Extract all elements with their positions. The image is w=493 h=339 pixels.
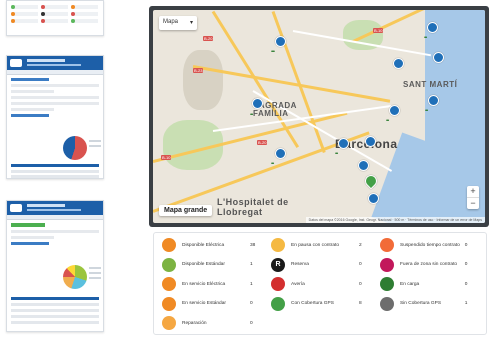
map-type-selector[interactable]: Mapa ▾ [159, 16, 197, 30]
map-canvas[interactable]: B-20 B-23 B-10 B-20 B-10 SANT MARTÍ SAGR… [153, 10, 485, 223]
pause-contract-icon [271, 238, 285, 252]
legend-item-label: En servicio Eléctrica [182, 281, 226, 287]
legend-item: En servicio Estándar 0 [162, 296, 271, 312]
vehicle-cluster-dots: ••• [250, 112, 253, 118]
legend-item-label: Con Cobertura GPS [291, 301, 334, 307]
vehicle-marker[interactable] [275, 36, 286, 47]
repair-icon [162, 316, 176, 331]
legend-item-count: 0 [359, 262, 362, 268]
vehicle-marker[interactable] [389, 105, 400, 116]
vehicle-cluster-dots: ••• [386, 118, 389, 124]
breakdown-icon [271, 277, 285, 292]
vehicle-marker[interactable] [368, 193, 379, 204]
gps-on-icon [271, 296, 285, 311]
vehicle-marker[interactable] [433, 52, 444, 63]
thumbnail-pie-chart [63, 136, 87, 160]
chevron-down-icon: ▾ [189, 20, 193, 26]
legend-item-count: 1 [250, 281, 253, 287]
legend-item: Avería 0 [271, 276, 380, 292]
legend-item-count: 1 [464, 301, 468, 307]
legend-item-label: En servicio Estándar [182, 301, 226, 307]
vehicle-marker[interactable] [338, 138, 349, 149]
legend-item-label: Fuera de zona sin contrato [400, 262, 458, 268]
legend-item-count: 8 [359, 301, 362, 307]
legend-item: Suspendido tiempo contrato 0 [380, 237, 480, 253]
vehicle-marker[interactable] [275, 148, 286, 159]
legend-item-count: 0 [464, 242, 468, 248]
legend-item: Reparación 0 [162, 315, 271, 331]
vehicle-cluster-dots: ••• [335, 151, 338, 157]
legend-item-count: 0 [359, 281, 362, 287]
legend-item: Con Cobertura GPS 8 [271, 296, 380, 312]
legend-item-label: Disponible Eléctrica [182, 242, 225, 248]
legend-item: Fuera de zona sin contrato 0 [380, 257, 480, 273]
vehicle-cluster-dots: ••• [271, 161, 274, 167]
vehicle-marker[interactable] [393, 58, 404, 69]
thumbnail-pie-chart [63, 265, 87, 289]
legend-item-label: Reparación [182, 320, 207, 326]
vehicle-marker[interactable] [428, 95, 439, 106]
legend-item: En pausa con contrato 2 [271, 237, 380, 253]
legend-item: R Reserva 0 [271, 257, 380, 273]
legend-item-count: 1 [250, 262, 253, 268]
legend-item: Disponible Eléctrica 38 [162, 237, 271, 253]
standard-service-icon [162, 296, 176, 311]
gps-off-icon [380, 296, 394, 311]
vehicle-marker[interactable] [427, 22, 438, 33]
thumbnail-legend-page[interactable] [6, 0, 104, 36]
thumbnail-report-page-1[interactable] [6, 55, 104, 179]
electric-service-icon [162, 277, 176, 292]
status-legend: Disponible Eléctrica 38 En pausa con contr… [153, 232, 487, 335]
vehicle-cluster-dots: ••• [425, 108, 428, 114]
vehicle-marker[interactable] [365, 136, 376, 147]
legend-item-label: En pausa con contrato [291, 242, 340, 248]
map-attribution: Datos del mapa ©2016 Google, Inst. Geogr… [305, 217, 485, 223]
map-label-hospitalet: L'Hospitalet de Llobregat [217, 197, 289, 217]
selected-vehicle-marker[interactable] [362, 172, 380, 190]
legend-item: En servicio Eléctrica 1 [162, 276, 271, 292]
electric-plug-icon [162, 238, 176, 252]
big-map-button[interactable]: Mapa grande [159, 205, 213, 216]
thumbnail-legend-grid [7, 1, 103, 27]
legend-item: Disponible Estándar 1 [162, 257, 271, 273]
legend-item-count: 38 [250, 242, 256, 248]
legend-item-label: Reserva [291, 262, 309, 268]
legend-item-label: Avería [291, 281, 305, 287]
legend-item: Sin Cobertura GPS 1 [380, 296, 480, 312]
zoom-in-button[interactable]: + [467, 186, 479, 197]
legend-item-count: 0 [250, 320, 253, 326]
legend-item-count: 0 [464, 281, 468, 287]
legend-item-count: 2 [359, 242, 362, 248]
vehicle-cluster-dots: ••• [424, 35, 427, 41]
legend-item-label: Sin Cobertura GPS [400, 301, 442, 307]
vehicle-marker[interactable] [358, 160, 369, 171]
legend-item-count: 0 [250, 301, 253, 307]
charging-icon [380, 277, 394, 292]
zoom-out-button[interactable]: − [467, 197, 479, 209]
legend-item-label: Suspendido tiempo contrato [400, 242, 460, 248]
map-panel: B-20 B-23 B-10 B-20 B-10 SANT MARTÍ SAGR… [149, 6, 489, 227]
vehicle-marker[interactable] [252, 98, 263, 109]
reserve-icon: R [271, 257, 285, 272]
map-label-sant-marti: SANT MARTÍ [403, 80, 458, 89]
legend-item-label: En carga [400, 281, 420, 287]
zoom-control: + − [467, 186, 479, 209]
out-of-zone-icon [380, 257, 394, 272]
legend-item: En carga 0 [380, 276, 480, 292]
standard-plug-icon [162, 257, 176, 272]
legend-item-count: 0 [464, 262, 468, 268]
thumbnail-report-page-2[interactable] [6, 200, 104, 332]
vehicle-cluster-dots: •••• [271, 49, 275, 55]
suspended-icon [380, 238, 394, 252]
legend-item-label: Disponible Estándar [182, 262, 225, 268]
